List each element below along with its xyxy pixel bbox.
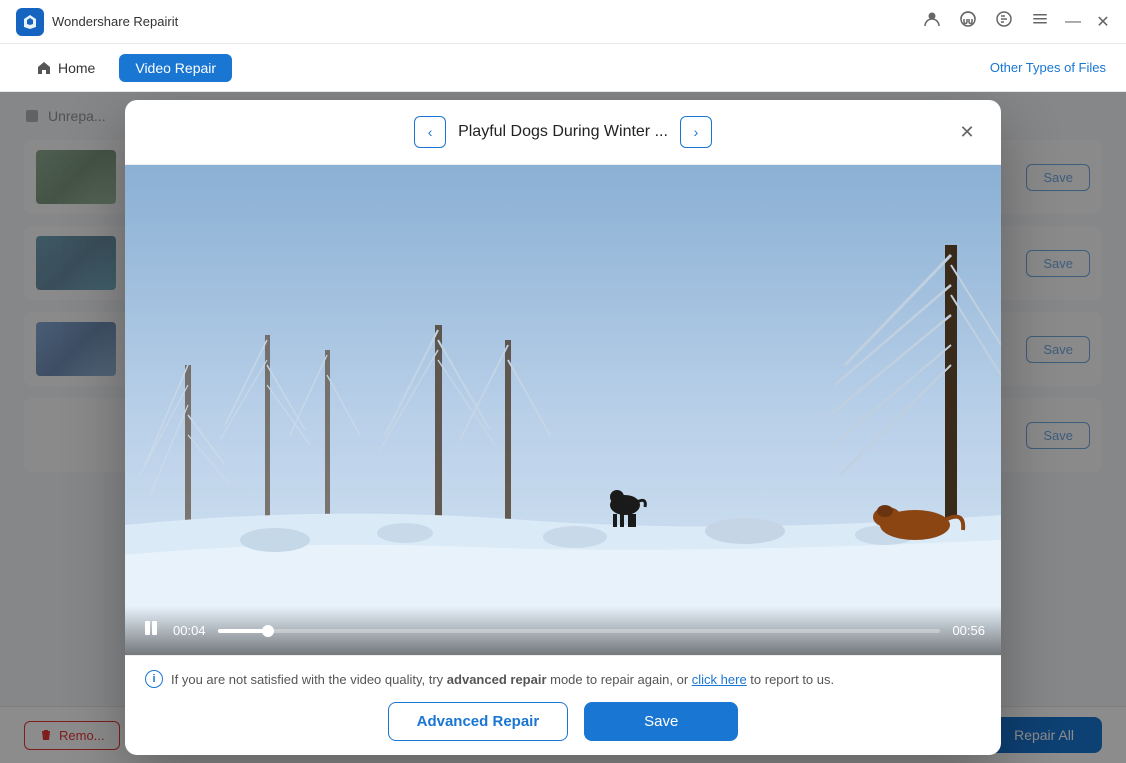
chevron-right-icon: › — [694, 124, 699, 140]
progress-bar[interactable] — [218, 629, 941, 633]
progress-thumb[interactable] — [262, 625, 274, 637]
title-bar-controls: — ✕ — [922, 9, 1110, 34]
chat-icon[interactable] — [994, 9, 1014, 34]
prev-button[interactable]: ‹ — [414, 116, 446, 148]
save-dialog-button[interactable]: Save — [584, 702, 738, 741]
click-here-link[interactable]: click here — [692, 672, 747, 687]
video-controls: 00:04 00:56 — [125, 606, 1001, 655]
dialog-nav: ‹ Playful Dogs During Winter ... › — [414, 116, 712, 148]
info-icon: i — [145, 670, 163, 688]
current-time: 00:04 — [173, 623, 206, 638]
headphone-icon[interactable] — [958, 9, 978, 34]
app-window: Wondershare Repairit — ✕ Home Video R — [0, 0, 1126, 763]
app-name: Wondershare Repairit — [52, 14, 178, 29]
dialog-actions: Advanced Repair Save — [145, 702, 981, 741]
minimize-button[interactable]: — — [1066, 15, 1080, 29]
other-types-link[interactable]: Other Types of Files — [990, 60, 1106, 75]
close-dialog-button[interactable]: ✕ — [953, 118, 981, 146]
dialog-footer: i If you are not satisfied with the vide… — [125, 655, 1001, 755]
chevron-left-icon: ‹ — [428, 124, 433, 140]
active-tab[interactable]: Video Repair — [119, 54, 232, 82]
account-icon[interactable] — [922, 9, 942, 34]
advanced-repair-button[interactable]: Advanced Repair — [388, 702, 569, 741]
pause-button[interactable] — [141, 618, 161, 643]
quality-notice: i If you are not satisfied with the vide… — [145, 670, 981, 688]
total-time: 00:56 — [952, 623, 985, 638]
close-icon: ✕ — [959, 122, 974, 143]
title-bar-logo: Wondershare Repairit — [16, 8, 922, 36]
next-button[interactable]: › — [680, 116, 712, 148]
app-logo-icon — [16, 8, 44, 36]
menu-icon[interactable] — [1030, 9, 1050, 34]
video-player: 00:04 00:56 — [125, 165, 1001, 655]
main-content: Unrepa... IMG_5023.MOV MOV | 2.4 MB Save… — [0, 92, 1126, 763]
notice-text: If you are not satisfied with the video … — [171, 672, 834, 687]
modal-overlay: ‹ Playful Dogs During Winter ... › ✕ — [0, 92, 1126, 763]
active-tab-label: Video Repair — [135, 60, 216, 76]
dialog-header: ‹ Playful Dogs During Winter ... › ✕ — [125, 100, 1001, 165]
progress-fill — [218, 629, 269, 633]
nav-bar: Home Video Repair Other Types of Files — [0, 44, 1126, 92]
home-nav-item[interactable]: Home — [20, 54, 111, 82]
home-label: Home — [58, 60, 95, 76]
dialog-title: Playful Dogs During Winter ... — [458, 123, 668, 141]
close-button[interactable]: ✕ — [1096, 15, 1110, 29]
title-bar: Wondershare Repairit — ✕ — [0, 0, 1126, 44]
preview-dialog: ‹ Playful Dogs During Winter ... › ✕ — [125, 100, 1001, 755]
video-frame — [125, 165, 1001, 655]
